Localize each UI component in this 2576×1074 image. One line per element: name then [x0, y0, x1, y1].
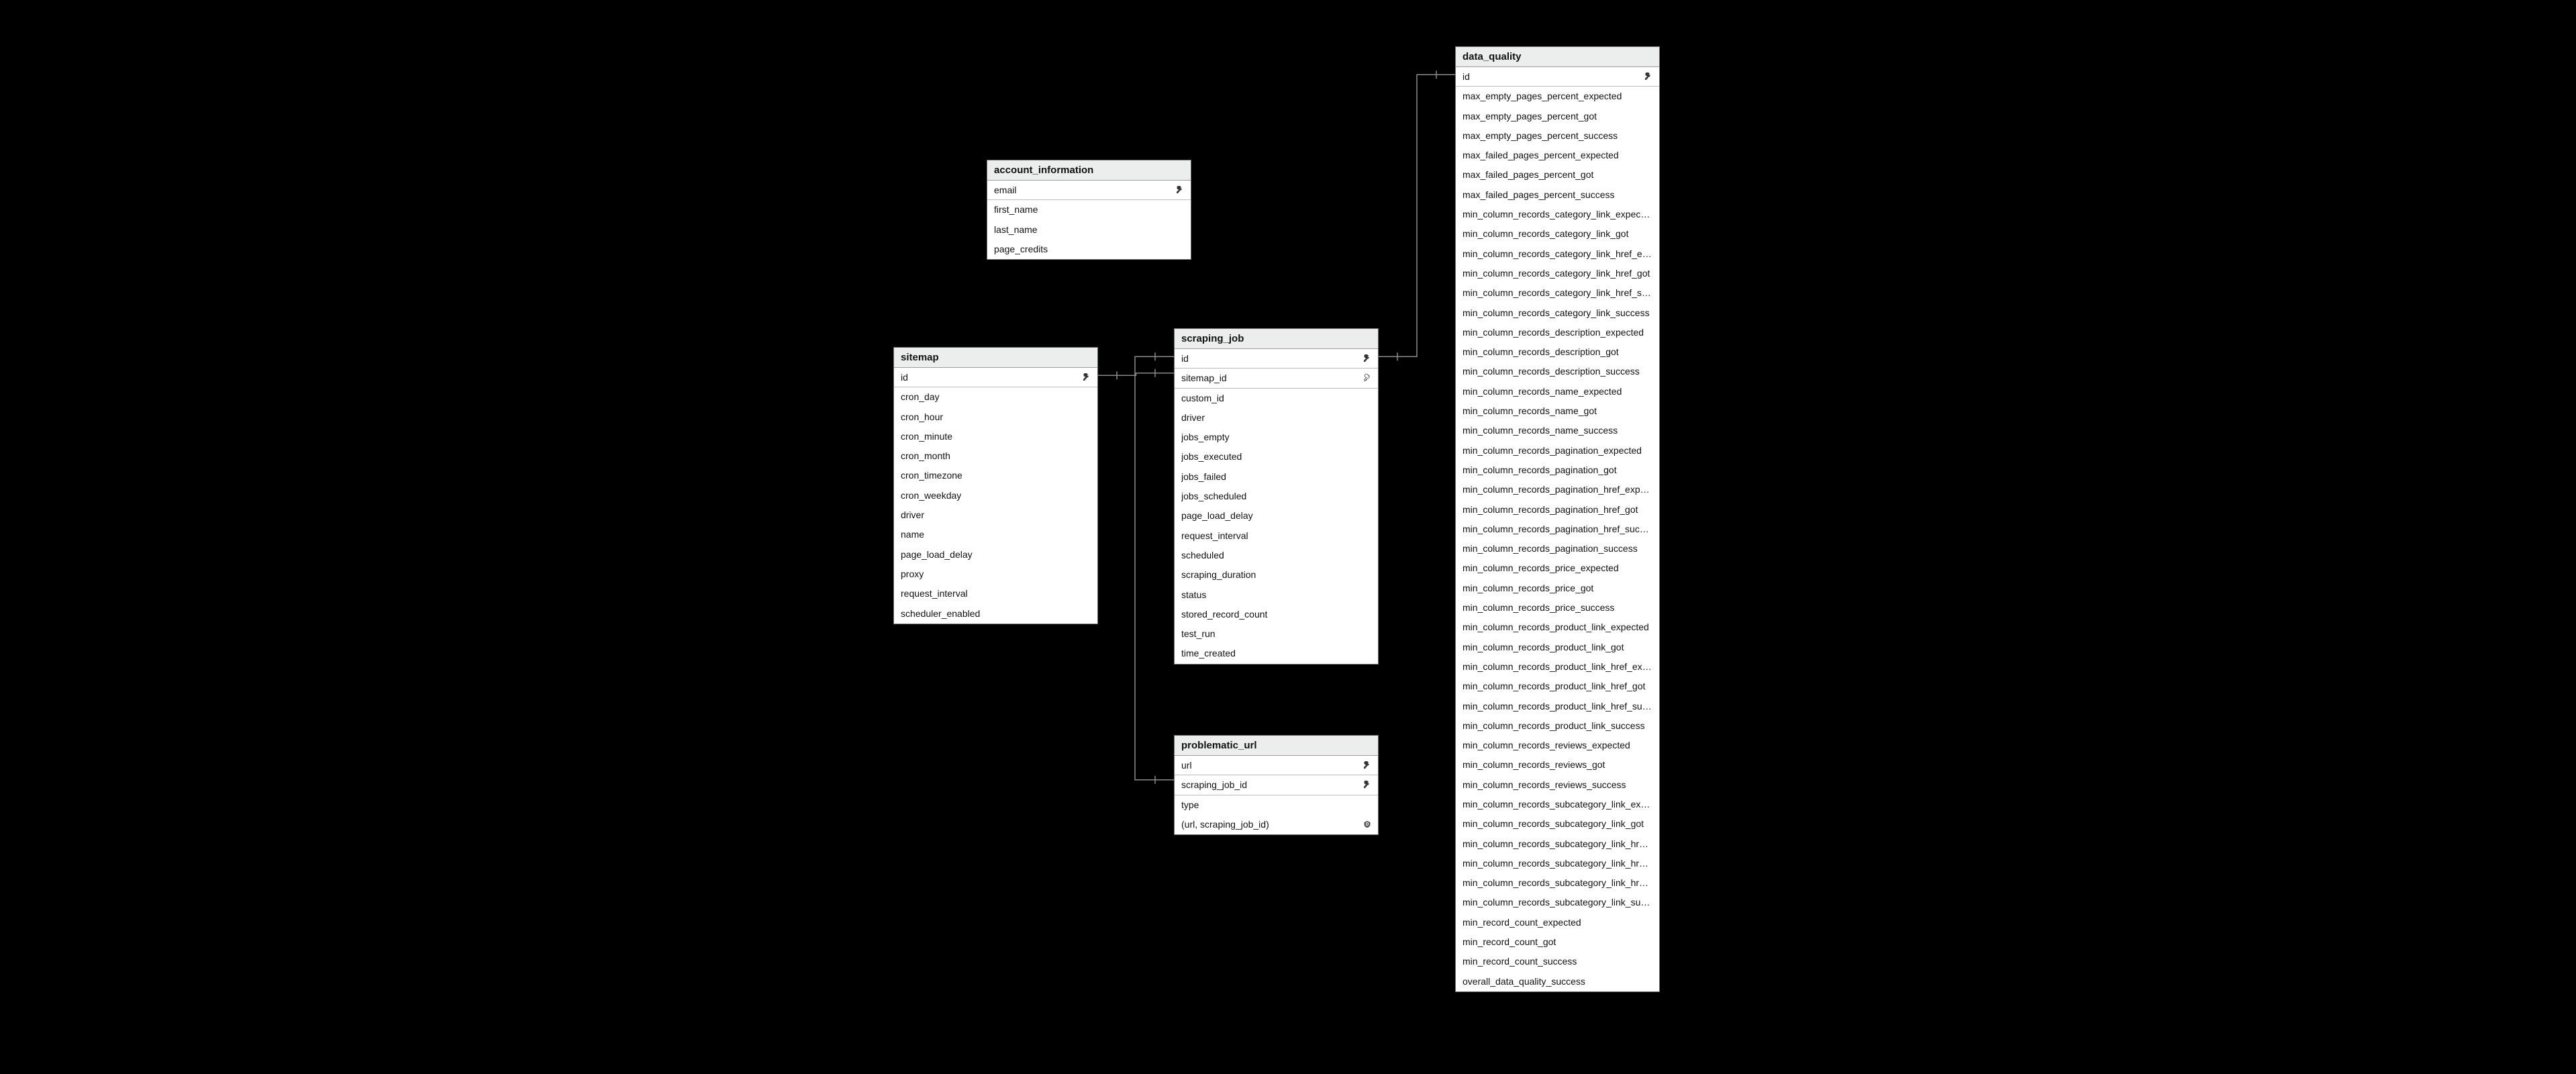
relationship-line [0, 0, 2576, 1074]
